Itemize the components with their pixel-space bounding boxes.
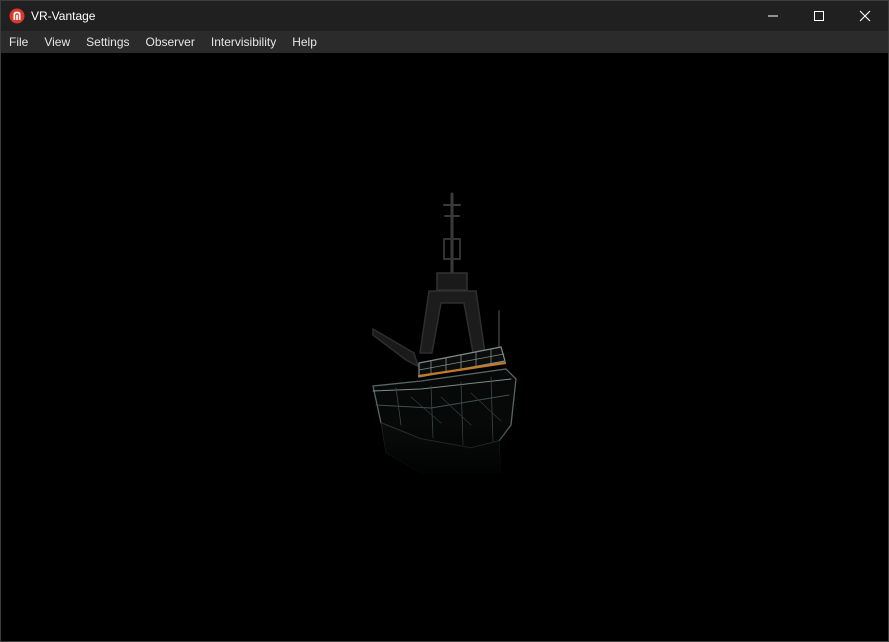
close-icon — [859, 10, 871, 22]
app-window: VR-Vantage File View Settings Observer I… — [0, 0, 889, 642]
close-button[interactable] — [842, 1, 888, 31]
vr-vantage-logo-icon — [9, 8, 25, 24]
menu-settings[interactable]: Settings — [78, 31, 137, 53]
menu-observer[interactable]: Observer — [138, 31, 203, 53]
menu-view[interactable]: View — [36, 31, 78, 53]
menu-bar: File View Settings Observer Intervisibil… — [1, 31, 888, 53]
ship-wireframe — [366, 192, 526, 480]
menu-file[interactable]: File — [1, 31, 36, 53]
title-bar[interactable]: VR-Vantage — [1, 1, 888, 31]
window-title: VR-Vantage — [31, 9, 96, 23]
menu-help[interactable]: Help — [284, 31, 325, 53]
3d-viewport[interactable] — [1, 53, 888, 641]
menu-intervisibility[interactable]: Intervisibility — [203, 31, 284, 53]
ship-scene — [366, 192, 526, 480]
minimize-button[interactable] — [750, 1, 796, 31]
maximize-icon — [813, 10, 825, 22]
maximize-button[interactable] — [796, 1, 842, 31]
minimize-icon — [767, 10, 779, 22]
